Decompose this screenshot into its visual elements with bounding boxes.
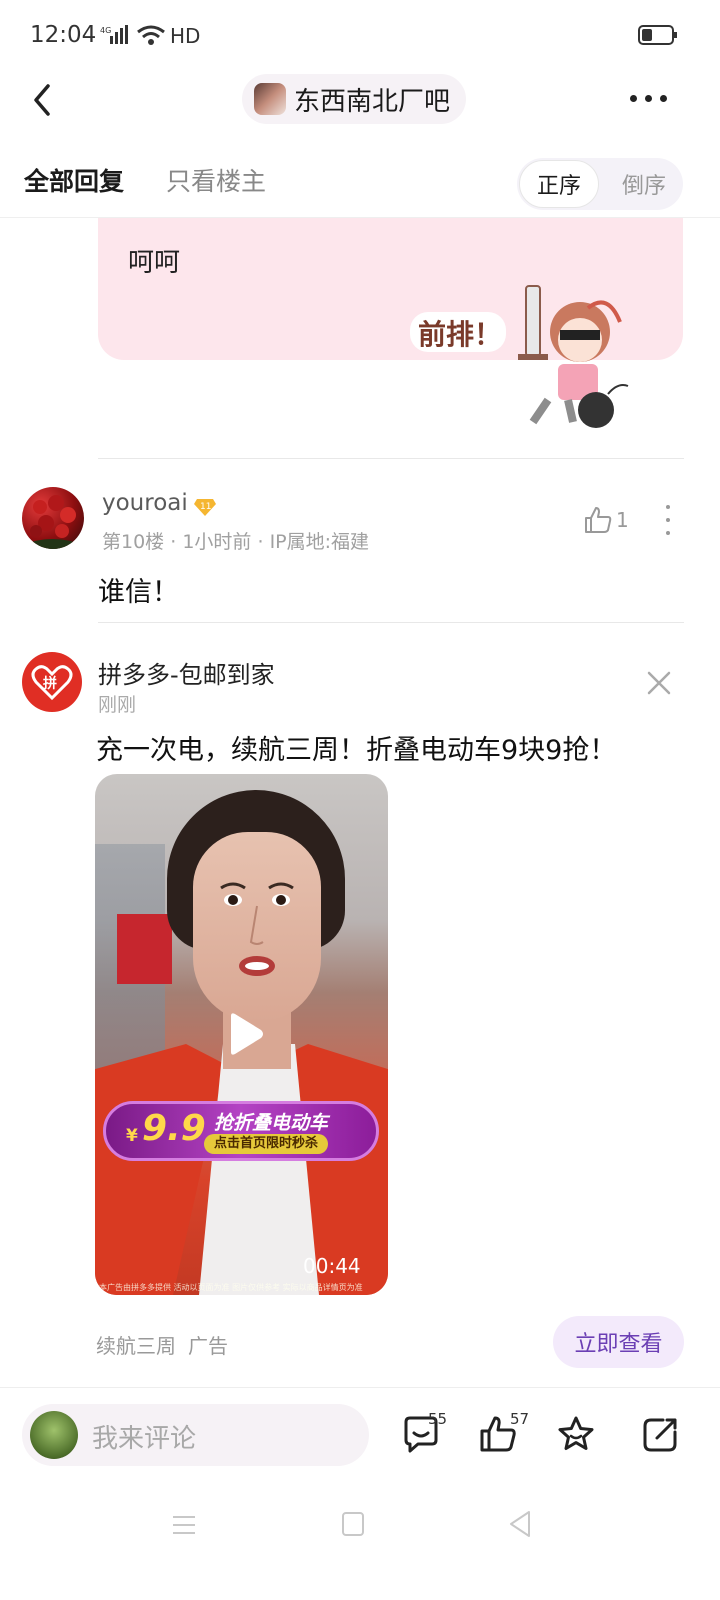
- tab-all-replies[interactable]: 全部回复: [24, 162, 124, 198]
- system-home-icon[interactable]: [342, 1512, 364, 1536]
- top-nav: 东西南北厂吧: [0, 70, 720, 140]
- divider: [98, 622, 684, 623]
- comment-like-count: 1: [616, 508, 629, 532]
- video-figure: [193, 832, 321, 1022]
- level-badge-icon: 11: [194, 499, 216, 516]
- share-icon[interactable]: [641, 1414, 681, 1454]
- comment-username[interactable]: youroai: [102, 490, 188, 516]
- reply-filter-bar: 全部回复 只看楼主 正序 倒序: [0, 140, 720, 218]
- cellular-signal-icon: 4G: [100, 25, 128, 44]
- advertiser-name[interactable]: 拼多多-包邮到家: [98, 655, 275, 690]
- comment-ip: IP属地:福建: [269, 531, 370, 553]
- advertiser-logo[interactable]: 拼: [22, 652, 82, 712]
- system-back-icon[interactable]: [508, 1510, 532, 1538]
- more-options-icon[interactable]: [630, 88, 670, 108]
- video-background: [117, 914, 172, 984]
- comment-more-icon[interactable]: [663, 505, 673, 535]
- forum-avatar: [254, 83, 286, 115]
- wifi-icon: [137, 25, 165, 45]
- user-avatar[interactable]: [22, 487, 84, 549]
- ad-video-player[interactable]: ¥ 9.9 抢折叠电动车 点击首页限时秒杀 00:44 本广告由拼多多提供 活动…: [95, 774, 388, 1295]
- tab-op-only[interactable]: 只看楼主: [166, 162, 266, 198]
- network-hd-label: HD: [170, 24, 201, 48]
- reply-bubble-text: 呵呵: [128, 248, 181, 278]
- thumbs-up-icon[interactable]: [583, 505, 613, 535]
- status-time: 12:04: [30, 22, 97, 48]
- divider: [98, 458, 684, 459]
- svg-text:4G: 4G: [100, 26, 111, 35]
- front-row-sticker-icon: 前排！: [410, 285, 629, 428]
- comment-count: 55: [428, 1410, 448, 1428]
- svg-text:11: 11: [200, 502, 211, 512]
- like-count: 57: [510, 1410, 530, 1428]
- promo-slogan: 抢折叠电动车: [214, 1112, 329, 1134]
- video-fine-print: 本广告由拼多多提供 活动以页面为准 图片仅供参考 实际以商品详情页为准: [99, 1283, 363, 1292]
- sort-desc-button[interactable]: 倒序: [607, 160, 681, 208]
- comment-input[interactable]: 我来评论: [22, 1404, 369, 1466]
- promo-price: 9.9: [142, 1108, 206, 1149]
- ad-label: 广告: [188, 1334, 228, 1358]
- promo-price-symbol: ¥: [126, 1126, 138, 1146]
- back-arrow-icon[interactable]: [28, 80, 58, 120]
- comment-placeholder: 我来评论: [92, 1424, 197, 1454]
- divider: [0, 1387, 720, 1388]
- video-duration: 00:44: [303, 1254, 361, 1278]
- sort-order-toggle: 正序 倒序: [517, 158, 683, 210]
- my-avatar: [30, 1411, 78, 1459]
- meta-dot: ·: [257, 531, 270, 553]
- forum-name: 东西南北厂吧: [294, 86, 451, 117]
- status-bar: 12:04 4G HD: [0, 0, 720, 70]
- sort-asc-button[interactable]: 正序: [519, 160, 599, 208]
- comment-floor: 第10楼: [102, 531, 165, 553]
- star-favorite-icon[interactable]: [556, 1414, 596, 1454]
- svg-text:拼: 拼: [43, 675, 57, 692]
- battery-icon: [638, 25, 677, 45]
- svg-text:前排！: 前排！: [418, 318, 502, 351]
- ad-time: 刚刚: [98, 694, 137, 716]
- view-now-button[interactable]: 立即查看: [553, 1316, 684, 1368]
- system-menu-icon[interactable]: [172, 1514, 196, 1536]
- video-promo-banner: ¥ 9.9 抢折叠电动车 点击首页限时秒杀: [103, 1101, 379, 1161]
- forum-title-button[interactable]: 东西南北厂吧: [242, 74, 467, 124]
- ad-title[interactable]: 充一次电，续航三周！折叠电动车9块9抢！: [96, 728, 616, 767]
- comment-meta: 第10楼 · 1小时前 · IP属地:福建: [102, 527, 369, 554]
- meta-dot: ·: [170, 531, 183, 553]
- close-icon[interactable]: [646, 670, 672, 696]
- comment-time: 1小时前: [182, 531, 252, 553]
- play-icon[interactable]: [225, 1012, 265, 1056]
- promo-subtitle: 点击首页限时秒杀: [204, 1134, 329, 1154]
- comment-text: 谁信！: [98, 577, 179, 608]
- ad-description: 续航三周: [96, 1334, 176, 1358]
